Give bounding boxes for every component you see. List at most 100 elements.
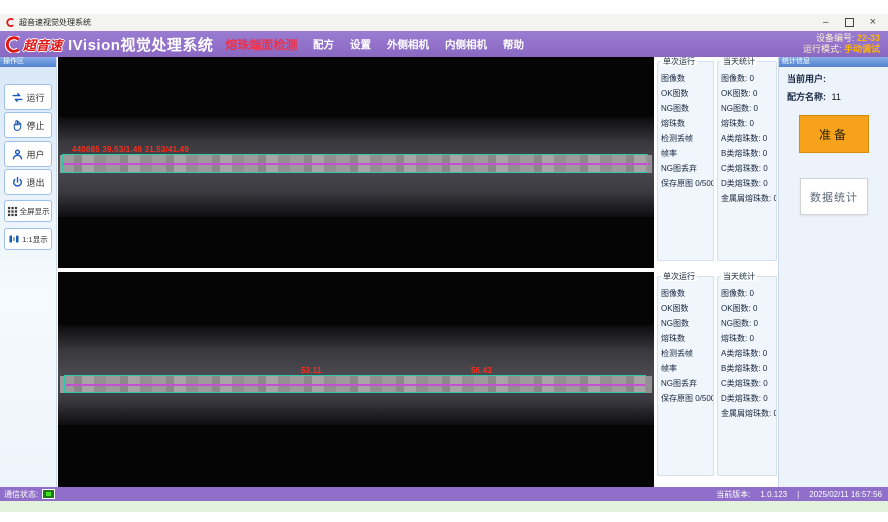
stat-row: C类熔珠数: 0 [721, 161, 776, 176]
stat-row: OK图数 [661, 86, 713, 101]
stat-row: B类熔珠数: 0 [721, 361, 776, 376]
today-groupbox-1: 当天统计 图像数: 0OK图数: 0NG图数: 0熔珠数: 0A类熔珠数: 0B… [717, 61, 777, 261]
comm-status: 通信状态: [4, 489, 55, 500]
stats-panel-2: 单次运行 图像数OK图数NG图数熔珠数检测丢帧帧率NG图丢弃保存原图 0/500… [655, 272, 778, 487]
info-panel: 统计信息 当前用户: 配方名称: 11 准备 数据统计 [778, 57, 888, 487]
stat-row: C类熔珠数: 0 [721, 376, 776, 391]
single-run-list-1: 图像数OK图数NG图数熔珠数检测丢帧帧率NG图丢弃保存原图 0/500 [658, 62, 713, 191]
device-number-row: 设备编号: 22-33 [803, 33, 880, 44]
single-run-title-2: 单次运行 [661, 272, 697, 281]
device-number-value: 22-33 [857, 33, 880, 43]
sync-icon [11, 91, 24, 104]
version-label: 当前版本: [716, 489, 750, 500]
stat-row: 帧率 [661, 361, 713, 376]
status-separator: | [797, 490, 799, 499]
fullscreen-icon [7, 206, 18, 217]
stat-row: A类熔珠数: 0 [721, 346, 776, 361]
fullscreen-button[interactable]: 全屏显示 [4, 200, 52, 222]
stat-row: OK图数 [661, 301, 713, 316]
stop-button-label: 停止 [26, 119, 44, 132]
camera1-detection-rect [62, 154, 648, 173]
version-value: 1.0.123 [760, 490, 787, 499]
run-mode-value: 手动调试 [844, 44, 880, 54]
today-list-1: 图像数: 0OK图数: 0NG图数: 0熔珠数: 0A类熔珠数: 0B类熔珠数:… [718, 62, 776, 206]
stat-row: 金属屑熔珠数: 0 [721, 406, 776, 421]
stat-row: 金属屑熔珠数: 0 [721, 191, 776, 206]
stat-row: NG图数: 0 [721, 316, 776, 331]
comm-status-label: 通信状态: [4, 489, 38, 500]
single-run-list-2: 图像数OK图数NG图数熔珠数检测丢帧帧率NG图丢弃保存原图 0/500 [658, 277, 713, 406]
minimize-button[interactable]: – [823, 18, 829, 28]
stat-row: NG图数 [661, 316, 713, 331]
brand-text: 超音速 [23, 35, 62, 54]
stats-panel-1: 单次运行 图像数OK图数NG图数熔珠数检测丢帧帧率NG图丢弃保存原图 0/500… [655, 57, 778, 268]
stat-row: B类熔珠数: 0 [721, 146, 776, 161]
stat-row: 检测丢帧 [661, 131, 713, 146]
app-title: IVision视觉处理系统 [68, 34, 213, 55]
stop-button[interactable]: 停止 [4, 112, 52, 138]
stat-row: 图像数 [661, 286, 713, 301]
maximize-button[interactable] [845, 18, 854, 27]
menu-help[interactable]: 帮助 [503, 37, 524, 52]
single-run-groupbox-1: 单次运行 图像数OK图数NG图数熔珠数检测丢帧帧率NG图丢弃保存原图 0/500 [657, 61, 714, 261]
stat-row: 熔珠数 [661, 116, 713, 131]
today-title-2: 当天统计 [721, 272, 757, 281]
stat-row: OK图数: 0 [721, 301, 776, 316]
operation-sidebar: 操作区 运行 停止 用户 退出 [0, 57, 57, 487]
device-info: 设备编号: 22-33 运行模式: 手动调试 [803, 33, 880, 55]
app-subtitle: 熔珠端面检测 [225, 36, 297, 53]
camera2-measure-left: 53.11 [301, 366, 322, 375]
stat-row: NG图丢弃 [661, 376, 713, 391]
today-groupbox-2: 当天统计 图像数: 0OK图数: 0NG图数: 0熔珠数: 0A类熔珠数: 0B… [717, 276, 777, 476]
one-to-one-button-label: 1:1显示 [22, 234, 47, 245]
device-number-label: 设备编号: [816, 33, 855, 43]
stat-row: NG图数 [661, 101, 713, 116]
one-to-one-button[interactable]: 1:1显示 [4, 228, 52, 250]
user-button-label: 用户 [26, 148, 44, 161]
prepare-button[interactable]: 准备 [799, 115, 869, 153]
run-button-label: 运行 [26, 91, 44, 104]
recipe-name-value: 11 [832, 92, 841, 102]
run-button[interactable]: 运行 [4, 84, 52, 110]
data-stats-button[interactable]: 数据统计 [800, 178, 868, 215]
run-mode-label: 运行模式: [803, 44, 842, 54]
recipe-name-label: 配方名称: [787, 92, 826, 102]
stat-row: NG图丢弃 [661, 161, 713, 176]
close-button[interactable]: × [870, 17, 876, 28]
user-button[interactable]: 用户 [4, 141, 52, 167]
menu-settings[interactable]: 设置 [350, 37, 371, 52]
camera-view-1[interactable]: 440885 39.53/1.49 31.53/41.49 [58, 57, 654, 268]
menu-recipe[interactable]: 配方 [313, 37, 334, 52]
stat-row: D类熔珠数: 0 [721, 391, 776, 406]
datetime-value: 2025/02/11 16:57:56 [809, 490, 882, 499]
fullscreen-button-label: 全屏显示 [20, 206, 50, 217]
status-bar: 通信状态: 当前版本: 1.0.123 | 2025/02/11 16:57:5… [0, 487, 888, 501]
single-run-groupbox-2: 单次运行 图像数OK图数NG图数熔珠数检测丢帧帧率NG图丢弃保存原图 0/500 [657, 276, 714, 476]
one-to-one-icon [8, 233, 20, 245]
window-titlebar: 超音速视觉处理系统 – × [0, 14, 888, 31]
camera2-detection-rect [64, 375, 646, 393]
stat-row: NG图数: 0 [721, 101, 776, 116]
stat-row: 熔珠数: 0 [721, 331, 776, 346]
camera-view-2[interactable]: 53.11 56.43 [58, 272, 654, 487]
exit-button[interactable]: 退出 [4, 169, 52, 195]
stat-row: 检测丢帧 [661, 346, 713, 361]
recipe-name-row: 配方名称: 11 [787, 90, 888, 103]
menu-inner-camera[interactable]: 内侧相机 [445, 37, 487, 52]
window-title: 超音速视觉处理系统 [19, 17, 91, 28]
stat-row: 图像数 [661, 71, 713, 86]
sidebar-title: 操作区 [0, 57, 56, 67]
user-icon [11, 148, 24, 161]
screen: 超音速视觉处理系统 – × 超音速 IVision视觉处理系统 熔珠端面检测 配… [0, 0, 888, 522]
today-list-2: 图像数: 0OK图数: 0NG图数: 0熔珠数: 0A类熔珠数: 0B类熔珠数:… [718, 277, 776, 421]
exit-button-label: 退出 [26, 176, 44, 189]
menu-outer-camera[interactable]: 外侧相机 [387, 37, 429, 52]
brand-c-icon [5, 36, 22, 53]
stat-row: 熔珠数 [661, 331, 713, 346]
stat-row: 保存原图 0/500 [661, 176, 713, 191]
stat-row: 帧率 [661, 146, 713, 161]
comm-status-indicator [42, 489, 55, 499]
app-logo-icon [6, 18, 15, 27]
stat-row: 图像数: 0 [721, 286, 776, 301]
stat-row: OK图数: 0 [721, 86, 776, 101]
